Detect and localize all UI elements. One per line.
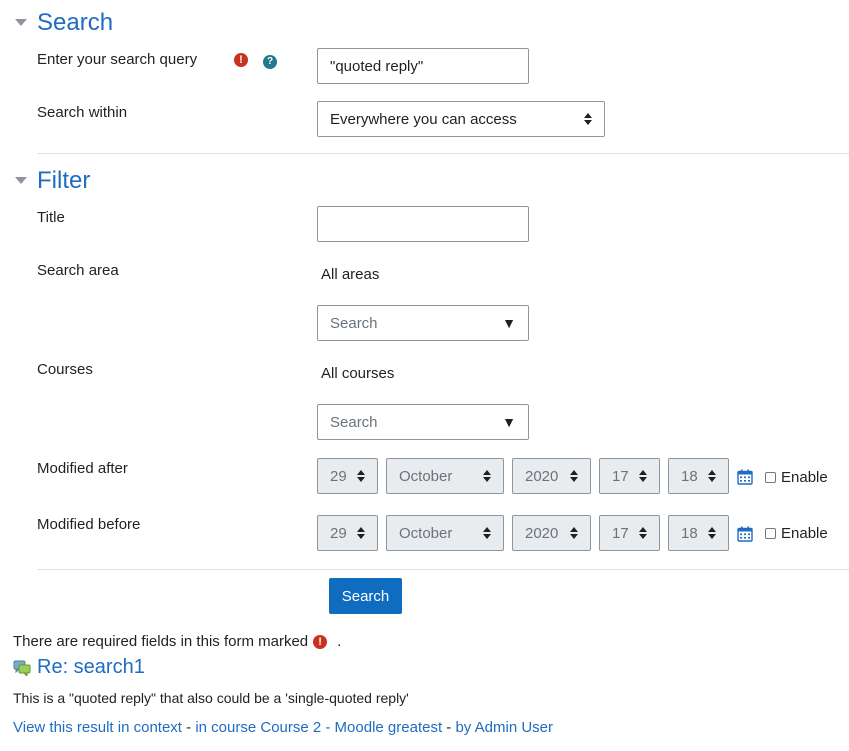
- modified-after-month: October: [399, 467, 453, 485]
- modified-before-year-select[interactable]: 2020: [512, 515, 591, 551]
- select-arrows-icon: [570, 527, 578, 539]
- modified-before-minute: 18: [681, 524, 698, 542]
- select-arrows-icon: [639, 527, 647, 539]
- dropdown-triangle-icon[interactable]: ▼: [502, 315, 516, 331]
- modified-after-minute: 18: [681, 467, 698, 485]
- modified-after-year-select[interactable]: 2020: [512, 458, 591, 494]
- search-within-label: Search within: [37, 104, 128, 121]
- modified-after-enable-label[interactable]: Enable: [781, 468, 828, 488]
- select-arrows-icon: [357, 527, 365, 539]
- required-note-period: .: [337, 633, 342, 650]
- collapse-filter-chevron-icon[interactable]: [15, 177, 27, 184]
- result-snippet: This is a "quoted reply" that also could…: [13, 690, 409, 706]
- select-arrows-icon: [357, 470, 365, 482]
- search-area-placeholder: Search: [330, 314, 378, 332]
- question-circle-icon[interactable]: ?: [263, 55, 277, 69]
- dropdown-triangle-icon[interactable]: ▼: [502, 414, 516, 430]
- select-arrows-icon: [483, 527, 491, 539]
- courses-selected: All courses: [321, 365, 395, 382]
- modified-before-label: Modified before: [37, 516, 141, 533]
- modified-after-day: 29: [330, 467, 347, 485]
- modified-after-hour: 17: [612, 467, 629, 485]
- form-divider: [37, 569, 849, 570]
- courses-label: Courses: [37, 361, 93, 378]
- search-area-label: Search area: [37, 262, 119, 279]
- exclamation-circle-icon: !: [234, 53, 248, 67]
- collapse-search-chevron-icon[interactable]: [15, 19, 27, 26]
- courses-autocomplete[interactable]: Search ▼: [317, 404, 529, 440]
- modified-before-enable-checkbox[interactable]: [765, 528, 776, 539]
- select-arrows-icon: [483, 470, 491, 482]
- search-section-title[interactable]: Search: [37, 9, 113, 37]
- modified-after-year: 2020: [525, 467, 559, 485]
- modified-before-day-select[interactable]: 29: [317, 515, 378, 551]
- select-arrows-icon: [708, 470, 716, 482]
- forum-discussion-icon: [13, 660, 31, 676]
- modified-before-day: 29: [330, 524, 347, 542]
- exclamation-circle-icon: !: [313, 635, 328, 649]
- section-divider: [37, 153, 849, 154]
- search-query-label: Enter your search query: [37, 51, 198, 68]
- modified-before-year: 2020: [525, 524, 559, 542]
- result-meta: View this result in context - in course …: [13, 718, 553, 738]
- modified-before-hour-select[interactable]: 17: [599, 515, 660, 551]
- modified-before-hour: 17: [612, 524, 629, 542]
- search-query-input[interactable]: "quoted reply": [317, 48, 529, 84]
- result-separator: -: [181, 719, 196, 736]
- result-course-link[interactable]: in course Course 2 - Moodle greatest: [195, 719, 442, 736]
- select-arrows-icon: [570, 470, 578, 482]
- title-label: Title: [37, 209, 65, 226]
- courses-placeholder: Search: [330, 413, 378, 431]
- select-arrows-icon: [639, 470, 647, 482]
- modified-before-month: October: [399, 524, 453, 542]
- calendar-icon[interactable]: [737, 469, 753, 485]
- result-context-link[interactable]: View this result in context: [13, 719, 182, 736]
- modified-after-minute-select[interactable]: 18: [668, 458, 729, 494]
- modified-before-minute-select[interactable]: 18: [668, 515, 729, 551]
- search-area-autocomplete[interactable]: Search ▼: [317, 305, 529, 341]
- modified-after-label: Modified after: [37, 460, 128, 477]
- select-arrows-icon: [584, 113, 592, 125]
- search-area-selected: All areas: [321, 266, 380, 283]
- required-fields-note: There are required fields in this form m…: [13, 632, 341, 652]
- modified-before-enable-label[interactable]: Enable: [781, 524, 828, 544]
- result-author-link[interactable]: by Admin User: [455, 719, 553, 736]
- modified-after-month-select[interactable]: October: [386, 458, 504, 494]
- title-input[interactable]: [317, 206, 529, 242]
- calendar-icon[interactable]: [737, 526, 753, 542]
- required-note-text: There are required fields in this form m…: [13, 633, 309, 650]
- search-within-value: Everywhere you can access: [330, 110, 517, 128]
- result-separator: -: [442, 719, 456, 736]
- search-submit-button[interactable]: Search: [329, 578, 402, 614]
- filter-section-title[interactable]: Filter: [37, 167, 90, 195]
- modified-before-month-select[interactable]: October: [386, 515, 504, 551]
- modified-after-enable-checkbox[interactable]: [765, 472, 776, 483]
- search-within-select[interactable]: Everywhere you can access: [317, 101, 605, 137]
- modified-after-day-select[interactable]: 29: [317, 458, 378, 494]
- select-arrows-icon: [708, 527, 716, 539]
- result-title-link[interactable]: Re: search1: [37, 655, 145, 679]
- modified-after-hour-select[interactable]: 17: [599, 458, 660, 494]
